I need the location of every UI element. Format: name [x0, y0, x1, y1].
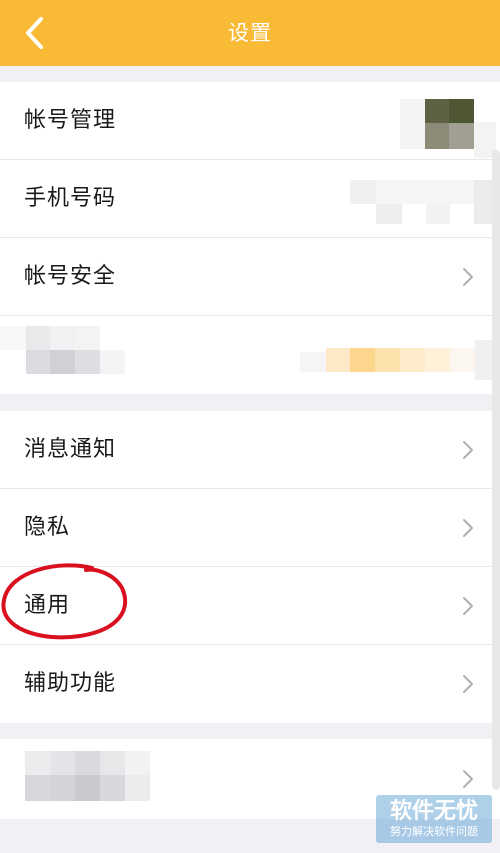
chevron-right-icon: [463, 441, 473, 459]
settings-item-account-management[interactable]: 帐号管理: [0, 82, 500, 160]
chevron-right-icon: [463, 675, 473, 693]
highlight-circle-annotation: [1, 563, 128, 640]
settings-item-notifications[interactable]: 消息通知: [0, 411, 500, 489]
settings-item-label: 手机号码: [24, 186, 117, 211]
account-settings-group: 帐号管理 手机号码 帐号安全: [0, 82, 500, 394]
chevron-right-icon: [463, 597, 473, 615]
watermark-subtitle: 努力解决软件问题: [390, 825, 478, 838]
settings-item-label: 消息通知: [24, 437, 117, 462]
chevron-right-icon: [463, 770, 473, 788]
chevron-right-icon: [463, 268, 473, 286]
watermark-title: 软件无忧: [389, 799, 478, 824]
chevron-right-icon: [463, 519, 473, 537]
settings-item-phone-number[interactable]: 手机号码: [0, 160, 500, 238]
settings-item-label: 辅助功能: [24, 671, 117, 696]
top-bar: 设置: [0, 0, 500, 66]
settings-item-label: 帐号安全: [24, 264, 117, 289]
settings-item-accessibility[interactable]: 辅助功能: [0, 645, 500, 723]
watermark-logo: 软件无忧 努力解决软件问题: [376, 795, 492, 843]
settings-item-label: 帐号管理: [24, 108, 117, 133]
settings-item-blurred[interactable]: [0, 316, 500, 394]
scrollbar[interactable]: [492, 150, 500, 790]
page-title: 设置: [228, 21, 272, 45]
settings-item-privacy[interactable]: 隐私: [0, 489, 500, 567]
settings-item-account-security[interactable]: 帐号安全: [0, 238, 500, 316]
settings-item-label: 隐私: [24, 515, 71, 540]
